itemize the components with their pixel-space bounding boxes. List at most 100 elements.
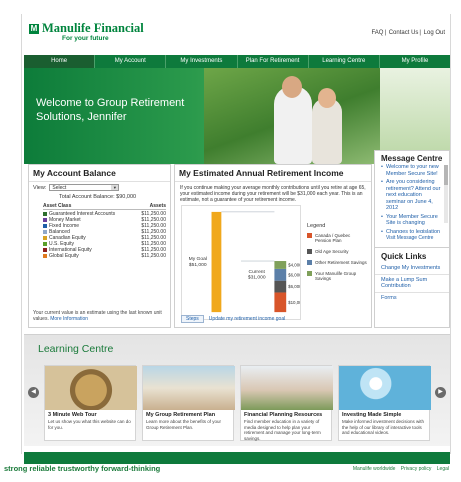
message-item[interactable]: Changes to legislation are: [381, 229, 441, 233]
legend-swatch: [307, 260, 312, 265]
asset-color-swatch: [43, 254, 47, 258]
page-frame: M Manulife Financial For your future FAQ…: [21, 14, 452, 464]
quick-link-forms[interactable]: Forms: [375, 293, 449, 304]
asset-table: Asset Class Assets Guaranteed Interest A…: [29, 203, 170, 259]
carousel-next-icon[interactable]: ▶: [435, 387, 446, 398]
asset-value: $11,250.00: [141, 253, 166, 259]
current-value: $31,000: [248, 275, 266, 281]
legend-label: Old Age Security: [315, 249, 349, 254]
brand-tagline: For your future: [62, 35, 109, 42]
asset-color-swatch: [43, 248, 47, 252]
faq-link[interactable]: FAQ: [371, 30, 383, 36]
current-bar-segment: [274, 292, 287, 313]
quick-links: Quick Links Change My Investments Make a…: [374, 248, 450, 328]
view-label: View: [33, 184, 45, 191]
nav-my-profile[interactable]: My Profile: [380, 55, 450, 68]
compass-photo: [45, 366, 137, 410]
learning-card-retirement-plan[interactable]: My Group Retirement Plan Learn more abou…: [142, 365, 235, 441]
header: M Manulife Financial For your future FAQ…: [22, 14, 452, 56]
current-bar-segment: [274, 268, 287, 281]
brand-values: strong reliable trustworthy forward-thin…: [4, 464, 161, 473]
hero-title: Welcome to Group Retirement Solutions, J…: [36, 97, 185, 123]
asset-class-name: Global Equity: [49, 253, 79, 259]
quick-links-title: Quick Links: [381, 252, 427, 261]
nav-my-account[interactable]: My Account: [95, 55, 167, 68]
quick-link-lump-sum[interactable]: Make a Lump Sum Contribution: [375, 275, 449, 293]
goal-bar: [211, 211, 222, 313]
nav-my-investments[interactable]: My Investments: [166, 55, 238, 68]
brand-logo[interactable]: M Manulife Financial For your future: [29, 22, 144, 43]
nav-home[interactable]: Home: [24, 55, 96, 68]
learning-card-investing[interactable]: Investing Made Simple Make informed inve…: [338, 365, 431, 441]
nav-learning-centre[interactable]: Learning Centre: [309, 55, 380, 68]
legend-label: Canada / Quebec Pension Plan: [315, 233, 351, 243]
message-item[interactable]: Your Member Secure Site is changing: [381, 214, 441, 227]
steps-button[interactable]: Steps: [181, 315, 204, 323]
segment-label: $4,000: [288, 262, 301, 267]
footer-link-worldwide[interactable]: Manulife worldwide: [353, 466, 396, 472]
learning-card-web-tour[interactable]: 3 Minute Web Tour Let us show you what t…: [44, 365, 137, 441]
top-links: FAQ| Contact Us| Log Out: [371, 30, 445, 36]
table-row: Global Equity $11,250.00: [43, 253, 166, 259]
update-goal-link[interactable]: Update my retirement income goal: [209, 316, 285, 322]
person-photo-woman: [312, 88, 342, 164]
account-balance-panel: My Account Balance View: Select ▼ Total …: [28, 164, 171, 328]
asset-color-swatch: [43, 242, 47, 246]
goal-label: My Goal: [189, 256, 207, 262]
asset-color-swatch: [43, 236, 47, 240]
message-scrollbar[interactable]: [444, 165, 448, 223]
learning-centre: Learning Centre ◀ ▶ 3 Minute Web Tour Le…: [24, 334, 450, 446]
asset-color-swatch: [43, 230, 47, 234]
learning-card-planning-resources[interactable]: Financial Planning Resources Find member…: [240, 365, 333, 441]
message-item[interactable]: Welcome to your new Member Secure Site!: [381, 164, 441, 177]
message-centre-title: Message Centre: [381, 154, 443, 163]
contact-link[interactable]: Contact Us: [389, 30, 419, 36]
quick-link-change-investments[interactable]: Change My Investments: [375, 263, 449, 275]
goal-value: $51,000: [189, 262, 207, 268]
retirement-income-description: If you continue making your average mont…: [180, 185, 366, 203]
bubbles-photo: [339, 366, 431, 410]
total-balance: Total Account Balance: $90,000: [59, 194, 137, 200]
legend-item: Your Manulife Group Savings: [307, 271, 367, 281]
segment-label: $6,000: [288, 272, 301, 277]
learning-centre-title: Learning Centre: [38, 343, 114, 355]
segment-label: $10,000: [288, 300, 301, 305]
person-photo-man: [274, 76, 312, 164]
chevron-down-icon: ▼: [111, 185, 119, 190]
message-centre: Message Centre Welcome to your new Membe…: [374, 150, 450, 248]
legend-swatch: [307, 249, 312, 254]
asset-table-header: Asset Class Assets: [43, 203, 166, 210]
legend-label: Your Manulife Group Savings: [315, 271, 357, 281]
carousel-prev-icon[interactable]: ◀: [28, 387, 39, 398]
message-item[interactable]: Are you considering retirement? Attend o…: [381, 179, 441, 212]
footer-link-privacy[interactable]: Privacy policy: [401, 466, 432, 472]
legend-item: Other Retirement Savings: [307, 260, 367, 265]
nav-plan-for-retirement[interactable]: Plan For Retirement: [238, 55, 309, 68]
retirement-income-panel: My Estimated Annual Retirement Income If…: [174, 164, 372, 328]
chart-legend: Legend Canada / Quebec Pension Plan Old A…: [307, 223, 367, 287]
estimate-note: Your current value is an estimate using …: [33, 310, 162, 322]
asset-color-swatch: [43, 218, 47, 222]
legend-item: Canada / Quebec Pension Plan: [307, 233, 367, 243]
legend-label: Other Retirement Savings: [315, 260, 367, 265]
logout-link[interactable]: Log Out: [424, 30, 445, 36]
view-select[interactable]: Select ▼: [49, 184, 120, 191]
asset-color-swatch: [43, 212, 47, 216]
footer-links: Manulife worldwide Privacy policy Legal: [349, 466, 449, 472]
account-balance-title: My Account Balance: [29, 165, 170, 182]
footer-bar: [24, 452, 450, 464]
couple-photo: [143, 366, 235, 410]
family-photo: [241, 366, 333, 410]
current-label: Current: [249, 269, 266, 275]
retirement-income-title: My Estimated Annual Retirement Income: [175, 165, 371, 182]
visit-message-centre-link[interactable]: Visit Message Centre: [375, 235, 449, 241]
asset-color-swatch: [43, 224, 47, 228]
more-information-link[interactable]: More Information: [50, 316, 88, 322]
brand-mark-icon: M: [29, 24, 39, 34]
brand-name: Manulife Financial: [42, 21, 144, 35]
legend-item: Old Age Security: [307, 249, 367, 254]
footer-link-legal[interactable]: Legal: [437, 466, 449, 472]
current-bar-segment: [274, 261, 287, 269]
legend-swatch: [307, 233, 312, 238]
legend-title: Legend: [307, 223, 326, 229]
